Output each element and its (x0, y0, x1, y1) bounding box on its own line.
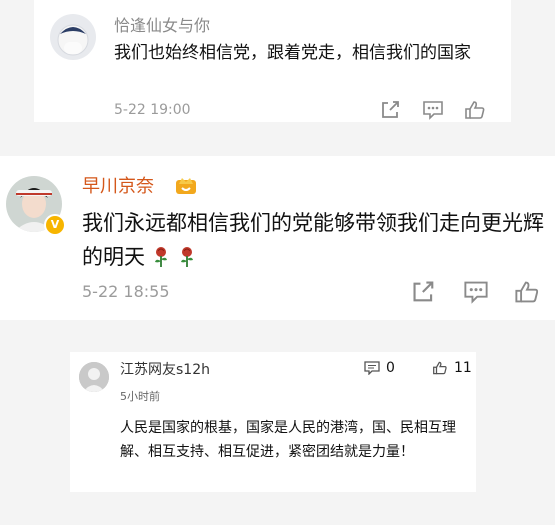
comment-author[interactable]: 恰逢仙女与你 (114, 12, 210, 36)
rose-emoji (151, 244, 171, 278)
comment-count: 0 (386, 360, 395, 376)
comment-icon[interactable] (364, 360, 380, 379)
comment-time: 5小时前 (120, 390, 160, 403)
comment-text: 人民是国家的根基，国家是人民的港湾，国、民相互理解、相互支持、相互促进，紧密团结… (120, 420, 456, 460)
comment-text: 我们永远都相信我们的党能够带领我们走向更光辉的明天 (82, 206, 544, 278)
like-icon[interactable] (432, 360, 448, 379)
comment-icon (464, 281, 488, 304)
rose-emoji (177, 244, 197, 278)
comment-time: 5-22 18:55 (82, 282, 170, 301)
comment-button[interactable] (463, 280, 489, 304)
rank-badge (175, 175, 197, 195)
comment-time: 5-22 19:00 (114, 102, 191, 118)
share-button[interactable] (411, 280, 437, 304)
comment-card: 江苏网友s12h 5小时前 人民是国家的根基，国家是人民的港湾，国、民相互理解、… (70, 352, 476, 492)
comment-text: 我们也始终相信党，跟着党走，相信我们的国家 (114, 43, 471, 63)
comment-card: V 早川京奈 我们永远都相信我们的党能够带领我们走向更光辉的明天 5-22 18… (0, 156, 555, 320)
share-icon (413, 281, 434, 302)
share-icon (382, 101, 399, 118)
share-button[interactable] (380, 100, 402, 120)
comment-button[interactable] (422, 100, 444, 120)
comment-card: 恰逢仙女与你 我们也始终相信党，跟着党走，相信我们的国家 5-22 19:00 (34, 0, 511, 122)
like-button[interactable] (464, 100, 486, 120)
like-icon (465, 101, 485, 119)
avatar[interactable] (79, 362, 109, 392)
like-count: 11 (454, 360, 472, 376)
like-button[interactable] (514, 280, 540, 304)
comment-author[interactable]: 江苏网友s12h (120, 359, 210, 379)
like-icon (515, 281, 539, 303)
verified-badge: V (44, 214, 66, 236)
comment-icon (423, 101, 443, 120)
comment-author[interactable]: 早川京奈 (82, 172, 154, 198)
avatar[interactable] (50, 14, 96, 60)
